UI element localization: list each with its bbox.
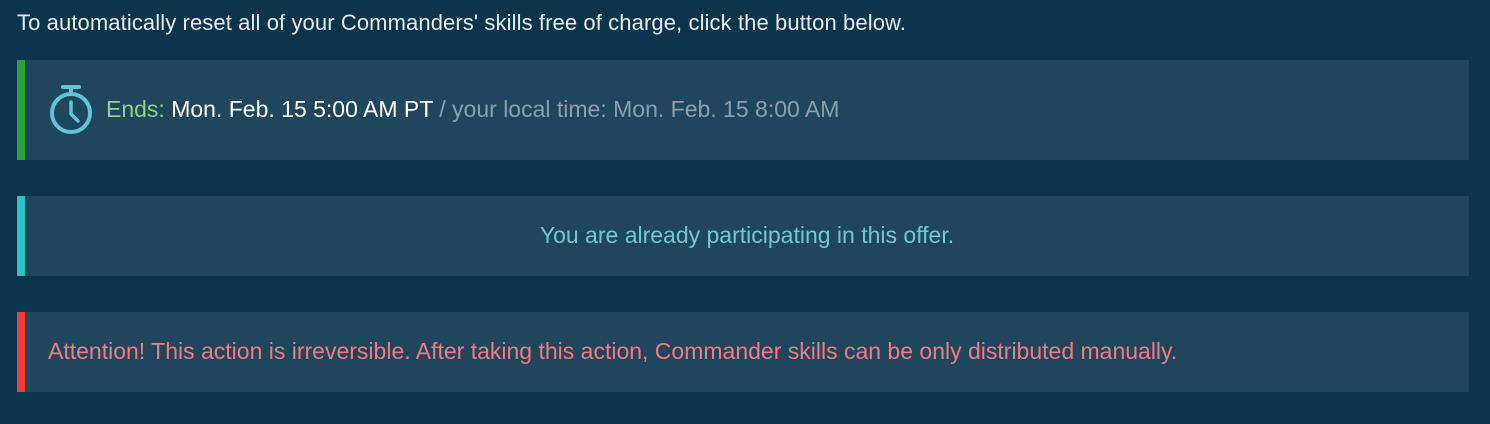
- local-time-value: Mon. Feb. 15 8:00 AM: [613, 96, 840, 122]
- attention-accent-bar: [17, 312, 25, 392]
- participation-status-text: You are already participating in this of…: [539, 222, 955, 248]
- stopwatch-icon: [47, 84, 95, 138]
- participation-status-panel: You are already participating in this of…: [17, 196, 1469, 276]
- local-time-label: / your local time:: [439, 96, 607, 122]
- ends-label: Ends:: [106, 96, 165, 122]
- offer-timer-panel: Ends: Mon. Feb. 15 5:00 AM PT / your loc…: [17, 60, 1469, 160]
- attention-warning-text: Attention! This action is irreversible. …: [48, 338, 1178, 364]
- ends-value: Mon. Feb. 15 5:00 AM PT: [171, 96, 433, 122]
- intro-text: To automatically reset all of your Comma…: [17, 10, 907, 35]
- status-accent-bar: [17, 196, 25, 276]
- timer-accent-bar: [17, 60, 25, 160]
- timer-line: Ends: Mon. Feb. 15 5:00 AM PT / your loc…: [106, 96, 839, 123]
- attention-warning-panel: Attention! This action is irreversible. …: [17, 312, 1469, 392]
